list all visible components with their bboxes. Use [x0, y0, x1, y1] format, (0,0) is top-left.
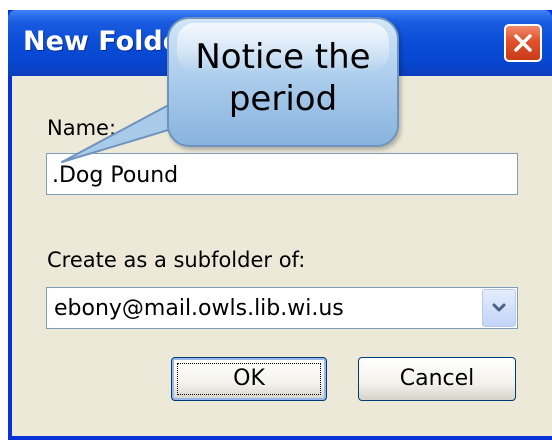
callout-text-line1: Notice the [195, 37, 371, 77]
callout-text-line2: period [228, 79, 338, 119]
callout-bubble: Notice the period [167, 17, 399, 147]
